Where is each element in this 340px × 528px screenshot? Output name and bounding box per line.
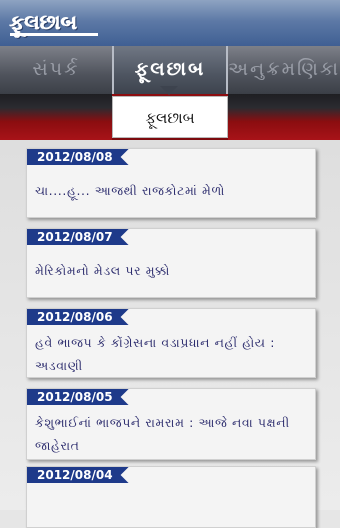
app-header: ફૂલછાબ bbox=[0, 0, 340, 47]
news-card[interactable]: 2012/08/07 મેરિકોમનો મેડલ પર મુક્કો bbox=[26, 228, 316, 298]
active-tab-pointer bbox=[160, 86, 178, 95]
news-title[interactable]: ચા....હૂ... આજથી રાજકોટમાં મેળો bbox=[35, 179, 307, 202]
app-logo[interactable]: ફૂલછાબ bbox=[6, 8, 82, 36]
banner-shade-left bbox=[0, 94, 112, 140]
news-date: 2012/08/08 bbox=[27, 149, 129, 165]
news-list[interactable]: 2012/08/08 ચા....હૂ... આજથી રાજકોટમાં મે… bbox=[0, 140, 340, 528]
news-card[interactable]: 2012/08/05 કેશુભાઈનાં ભાજપને રામરામ : આજ… bbox=[26, 388, 316, 460]
news-date: 2012/08/07 bbox=[27, 229, 129, 245]
news-date: 2012/08/05 bbox=[27, 389, 129, 405]
news-title[interactable]: મેરિકોમનો મેડલ પર મુક્કો bbox=[35, 259, 307, 282]
tab-index[interactable]: અનુક્રમણિકા bbox=[228, 46, 340, 94]
tab-contact[interactable]: સંપર્ક bbox=[0, 46, 112, 94]
news-card[interactable]: 2012/08/06 હવે ભાજપ કે કોંગ્રેસના વડાપ્ર… bbox=[26, 308, 316, 378]
news-card[interactable]: 2012/08/08 ચા....હૂ... આજથી રાજકોટમાં મે… bbox=[26, 148, 316, 218]
banner-shade-right bbox=[228, 94, 340, 140]
news-date: 2012/08/04 bbox=[27, 467, 129, 483]
news-date: 2012/08/06 bbox=[27, 309, 129, 325]
logo-underline bbox=[10, 33, 98, 36]
section-title: ફૂલછાબ bbox=[112, 96, 228, 138]
news-card[interactable]: 2012/08/04 bbox=[26, 466, 316, 528]
news-title[interactable]: કેશુભાઈનાં ભાજપને રામરામ : આજે નવા પક્ષન… bbox=[35, 411, 307, 457]
news-title[interactable]: હવે ભાજપ કે કોંગ્રેસના વડાપ્રધાન નહીં હો… bbox=[35, 331, 307, 377]
